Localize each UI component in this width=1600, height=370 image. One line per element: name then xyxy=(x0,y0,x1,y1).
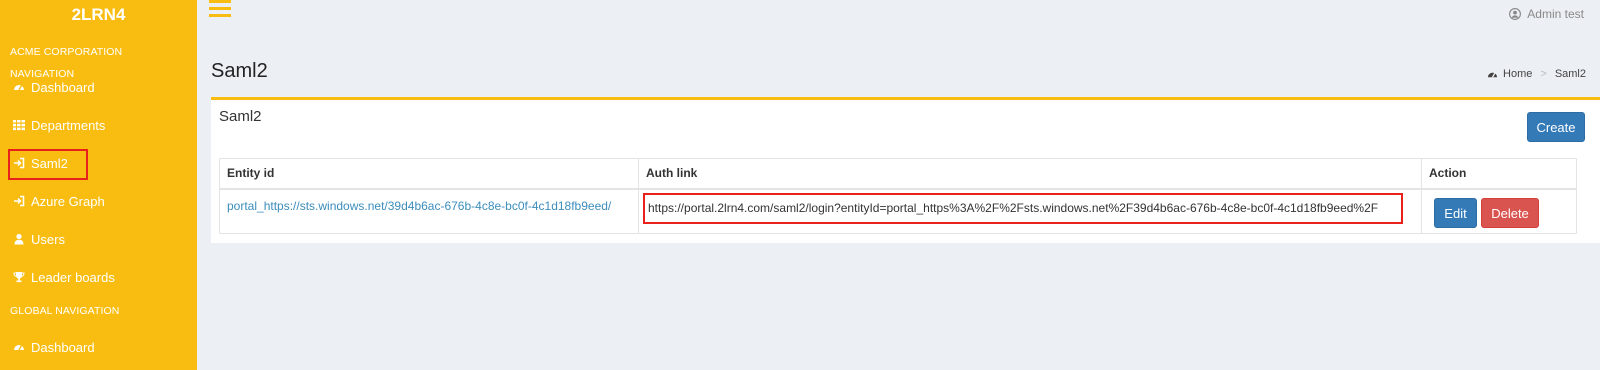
user-icon xyxy=(13,233,25,245)
trophy-icon xyxy=(13,271,25,283)
edit-button[interactable]: Edit xyxy=(1434,197,1477,228)
dashboard-icon xyxy=(1487,72,1498,78)
create-button[interactable]: Create xyxy=(1527,112,1585,142)
sidebar-item-label: Azure Graph xyxy=(31,193,105,209)
saml2-table: Entity id Auth link Action portal_https:… xyxy=(219,158,1577,234)
sidebar-item-azure-graph[interactable]: Azure Graph xyxy=(0,182,197,220)
column-header-entity-id: Entity id xyxy=(219,158,639,190)
user-circle-icon xyxy=(1509,8,1522,20)
sidebar-item-label: Leader boards xyxy=(31,269,115,285)
nav-header-acme: ACME CORPORATION NAVIGATION xyxy=(10,46,123,80)
top-navbar: Admin test xyxy=(197,0,1600,36)
sidebar-item-global-dashboard[interactable]: Dashboard xyxy=(0,328,197,366)
sidebar-item-label: Dashboard xyxy=(31,79,95,95)
column-header-action: Action xyxy=(1421,158,1577,190)
nav-header-global: GLOBAL NAVIGATION xyxy=(10,305,120,317)
table-header-row: Entity id Auth link Action xyxy=(219,158,1577,190)
user-menu[interactable]: Admin test xyxy=(1509,7,1584,21)
box-title: Saml2 xyxy=(219,108,262,125)
sidebar-item-leader-boards[interactable]: Leader boards xyxy=(0,258,197,296)
sidebar-item-users[interactable]: Users xyxy=(0,220,197,258)
brand-logo[interactable]: 2LRN4 xyxy=(0,0,197,30)
entity-id-link[interactable]: portal_https://sts.windows.net/39d4b6ac-… xyxy=(219,188,639,234)
sidebar-item-label: Users xyxy=(31,231,65,247)
auth-link-cell: https://portal.2lrn4.com/saml2/login?ent… xyxy=(638,188,1422,234)
auth-link-text[interactable]: https://portal.2lrn4.com/saml2/login?ent… xyxy=(643,192,1403,224)
dashboard-icon xyxy=(13,81,25,93)
sidebar-item-departments[interactable]: Departments xyxy=(0,106,197,144)
dashboard-icon xyxy=(13,341,25,353)
table-row: portal_https://sts.windows.net/39d4b6ac-… xyxy=(219,188,1577,234)
delete-button[interactable]: Delete xyxy=(1481,197,1539,228)
sidebar: 2LRN4 ACME CORPORATION NAVIGATION Dashbo… xyxy=(0,0,197,370)
column-header-auth-link: Auth link xyxy=(638,158,1422,190)
action-cell: Edit Delete xyxy=(1421,188,1577,234)
breadcrumb-home[interactable]: Home xyxy=(1503,68,1532,80)
sidebar-item-label: Departments xyxy=(31,117,106,133)
breadcrumb-current: Saml2 xyxy=(1554,68,1586,80)
page-title: Saml2 xyxy=(211,60,268,82)
sign-in-icon xyxy=(13,195,25,207)
sidebar-item-label: Dashboard xyxy=(31,339,95,355)
highlight-box-saml2 xyxy=(8,149,88,180)
user-name: Admin test xyxy=(1527,7,1584,21)
hamburger-menu-icon[interactable] xyxy=(209,0,231,20)
breadcrumb: Home > Saml2 xyxy=(1487,68,1586,80)
breadcrumb-separator: > xyxy=(1540,68,1547,80)
grid-icon xyxy=(13,119,25,131)
saml2-box: Saml2 Create Entity id Auth link Action … xyxy=(211,97,1600,243)
